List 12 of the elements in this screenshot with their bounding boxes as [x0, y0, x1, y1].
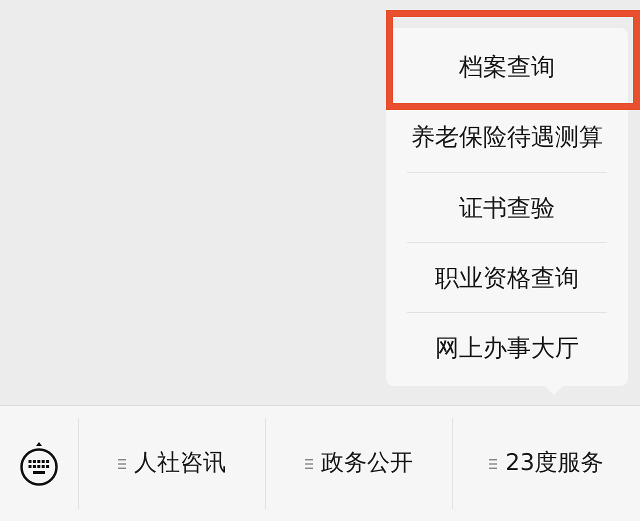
menu-icon: [118, 458, 126, 468]
menu-item[interactable]: 养老保险待遇测算: [411, 119, 603, 155]
menu-item[interactable]: 档案查询: [459, 49, 555, 85]
menu-item[interactable]: 证书查验: [459, 190, 555, 226]
menu-tab[interactable]: 政务公开: [305, 446, 413, 481]
menu-item[interactable]: 职业资格查询: [435, 260, 579, 296]
menu-icon: [489, 458, 498, 468]
menu-tab[interactable]: 23度服务: [489, 446, 604, 481]
menu-item[interactable]: 网上办事大厅: [435, 330, 579, 366]
menu-tab[interactable]: 人社咨讯: [118, 446, 226, 481]
menu-icon: [305, 458, 313, 468]
keyboard-icon[interactable]: [19, 440, 59, 486]
